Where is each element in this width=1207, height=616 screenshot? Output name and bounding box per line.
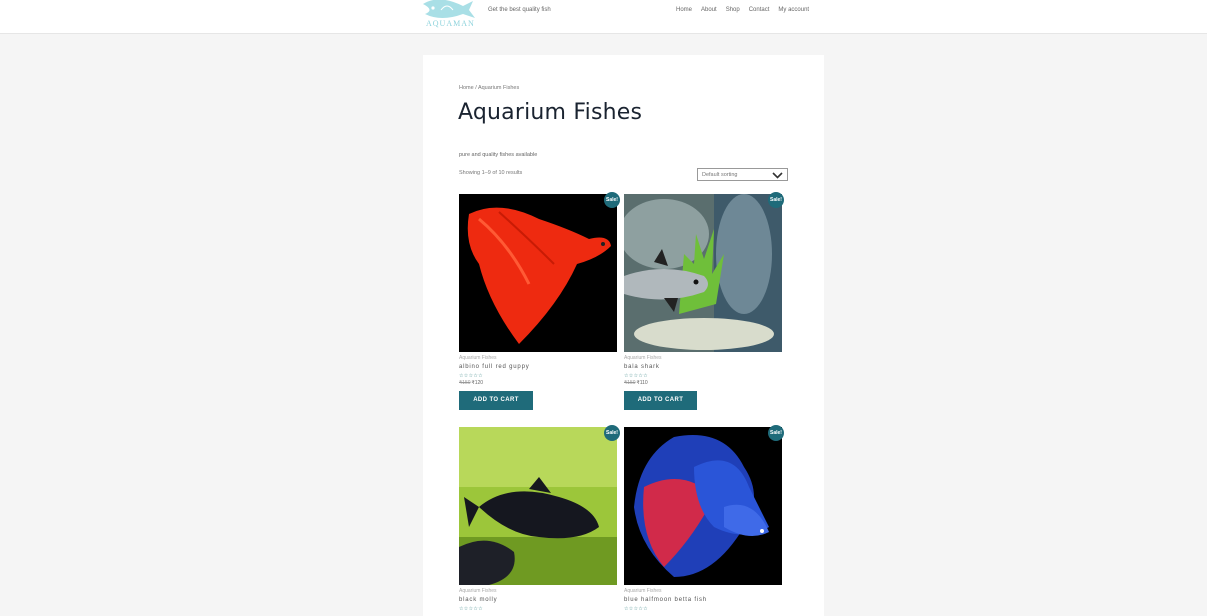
chevron-down-icon	[772, 172, 783, 179]
product-category[interactable]: Aquarium Fishes	[624, 588, 662, 594]
sale-badge: Sale!	[768, 425, 784, 441]
sale-badge: Sale!	[604, 192, 620, 208]
product-card: Sale! Aquarium Fishes bala shark ☆☆☆☆☆ ₹…	[624, 192, 784, 414]
sale-price: ₹120	[471, 380, 484, 386]
old-price: ₹150	[624, 380, 636, 386]
shop-content: Home / Aquarium Fishes Aquarium Fishes p…	[423, 55, 824, 616]
result-count: Showing 1–9 of 10 results	[459, 170, 523, 176]
main-nav: Home About Shop Contact My account	[676, 7, 818, 13]
nav-my-account[interactable]: My account	[778, 7, 809, 13]
product-name[interactable]: albino full red guppy	[459, 364, 530, 370]
sort-selected-label: Default sorting	[702, 172, 738, 178]
sale-price: ₹110	[636, 380, 648, 386]
product-card: Sale! Aquarium Fishes blue halfmoon bett…	[624, 425, 784, 616]
rating-stars: ☆☆☆☆☆	[624, 606, 648, 612]
nav-home[interactable]: Home	[676, 7, 692, 13]
product-image-blue-betta[interactable]	[624, 427, 782, 585]
logo-text[interactable]: AQUAMAN	[426, 19, 475, 28]
rating-stars: ☆☆☆☆☆	[459, 373, 483, 379]
sale-badge: Sale!	[768, 192, 784, 208]
old-price: ₹150	[459, 380, 471, 386]
product-name[interactable]: blue halfmoon betta fish	[624, 597, 707, 603]
product-price: ₹150₹110	[624, 380, 648, 386]
sale-badge: Sale!	[604, 425, 620, 441]
breadcrumb[interactable]: Home / Aquarium Fishes	[459, 85, 519, 91]
page-title: Aquarium Fishes	[458, 100, 643, 125]
sort-select[interactable]: Default sorting	[697, 168, 788, 181]
site-header: AQUAMAN Get the best quality fish Home A…	[0, 0, 1207, 34]
add-to-cart-button[interactable]: ADD TO CART	[624, 391, 697, 410]
product-card: Sale! Aquarium Fishes albino full red gu…	[459, 192, 620, 414]
nav-contact[interactable]: Contact	[749, 7, 770, 13]
product-image-black-molly[interactable]	[459, 427, 617, 585]
rating-stars: ☆☆☆☆☆	[624, 373, 648, 379]
category-description: pure and quality fishes available	[459, 152, 538, 158]
product-name[interactable]: black molly	[459, 597, 497, 603]
product-card: Sale! Aquarium Fishes black molly ☆☆☆☆☆	[459, 425, 620, 616]
product-category[interactable]: Aquarium Fishes	[459, 355, 497, 361]
nav-shop[interactable]: Shop	[726, 7, 740, 13]
product-category[interactable]: Aquarium Fishes	[624, 355, 662, 361]
nav-about[interactable]: About	[701, 7, 717, 13]
rating-stars: ☆☆☆☆☆	[459, 606, 483, 612]
product-image-bala-shark[interactable]	[624, 194, 782, 352]
product-category[interactable]: Aquarium Fishes	[459, 588, 497, 594]
add-to-cart-button[interactable]: ADD TO CART	[459, 391, 533, 410]
product-image-red-guppy[interactable]	[459, 194, 617, 352]
site-tagline: Get the best quality fish	[488, 7, 551, 13]
product-name[interactable]: bala shark	[624, 364, 660, 370]
product-price: ₹150₹120	[459, 380, 483, 386]
